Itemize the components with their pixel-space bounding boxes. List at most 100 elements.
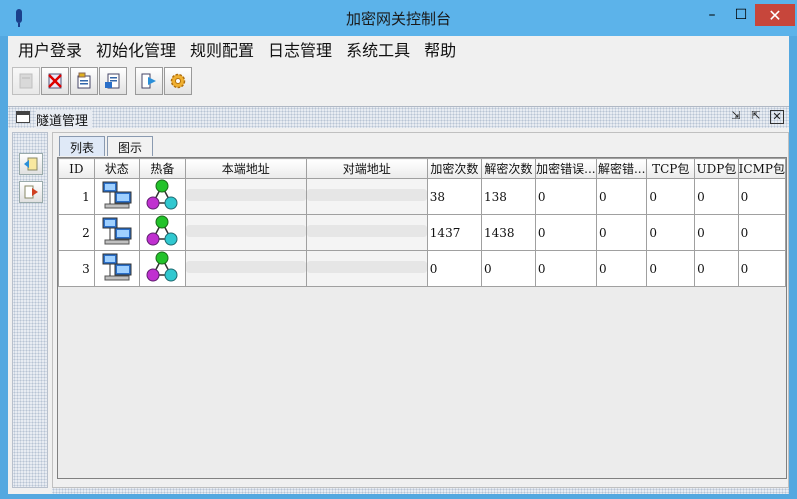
- menu-bar: 用户登录 初始化管理 规则配置 日志管理 系统工具 帮助: [8, 36, 789, 62]
- cell-udp: 0: [694, 250, 739, 287]
- panel-close-icon[interactable]: ✕: [770, 110, 784, 124]
- toolbar-button-4[interactable]: [99, 67, 127, 95]
- toolbar-button-2[interactable]: [41, 67, 69, 95]
- menu-user-login[interactable]: 用户登录: [18, 37, 82, 61]
- export-icon: [24, 185, 38, 199]
- toolbar: [12, 67, 192, 97]
- table-row[interactable]: 3 0 0 0 0 0 0 0: [58, 250, 787, 287]
- config-doc-icon: [77, 72, 91, 89]
- cluster-nodes-icon: [146, 215, 178, 246]
- cell-encrypt-count: 0: [426, 250, 483, 287]
- cell-decrypt-errors: 0: [595, 250, 648, 287]
- tab-diagram[interactable]: 图示: [107, 136, 154, 156]
- cell-decrypt-errors: 0: [595, 214, 648, 251]
- column-header-encrypt-count[interactable]: 加密次数: [426, 158, 483, 179]
- export-doc-icon: [105, 73, 120, 89]
- redacted-address: [307, 261, 427, 273]
- toolbar-button-3[interactable]: [70, 67, 98, 95]
- cell-peer-address: [305, 250, 428, 287]
- cell-status: [93, 214, 140, 251]
- app-window: 加密网关控制台 – ☐ ✕ 用户登录 初始化管理 规则配置 日志管理 系统工具 …: [0, 0, 797, 499]
- cancel-doc-icon: [48, 73, 62, 89]
- tunnel-content: 列表 图示 ID 状态 热备 本端地址 对端地址 加密次数 解密次数 加密错误.…: [52, 132, 789, 488]
- table-header-row: ID 状态 热备 本端地址 对端地址 加密次数 解密次数 加密错误... 解密错…: [58, 158, 787, 179]
- cell-decrypt-errors: 0: [595, 178, 648, 215]
- client-area: 用户登录 初始化管理 规则配置 日志管理 系统工具 帮助 隧道管理 ⇲ ⇱ ✕ …: [8, 36, 789, 494]
- cell-decrypt-count: 1438: [481, 214, 536, 251]
- menu-help[interactable]: 帮助: [424, 37, 456, 61]
- tab-list[interactable]: 列表: [59, 136, 106, 156]
- redacted-address: [186, 189, 306, 201]
- column-header-local-address[interactable]: 本端地址: [184, 158, 307, 179]
- cell-local-address: [184, 250, 307, 287]
- cell-encrypt-errors: 0: [534, 250, 597, 287]
- cell-udp: 0: [694, 178, 739, 215]
- disabled-doc-icon: [19, 73, 33, 89]
- column-header-udp[interactable]: UDP包: [694, 158, 739, 179]
- tunnel-table-container: ID 状态 热备 本端地址 对端地址 加密次数 解密次数 加密错误... 解密错…: [57, 157, 787, 479]
- cell-peer-address: [305, 214, 428, 251]
- cell-tcp: 0: [646, 178, 696, 215]
- cell-status: [93, 178, 140, 215]
- panel-restore-icon[interactable]: ⇲: [729, 110, 743, 124]
- side-toolbar: [12, 132, 48, 488]
- minimize-button[interactable]: –: [697, 4, 727, 26]
- cell-local-address: [184, 178, 307, 215]
- redacted-address: [186, 261, 306, 273]
- toolbar-button-1[interactable]: [12, 67, 40, 95]
- column-header-decrypt-count[interactable]: 解密次数: [481, 158, 536, 179]
- maximize-button[interactable]: ☐: [727, 4, 755, 26]
- network-computers-icon: [102, 217, 132, 245]
- side-button-2[interactable]: [19, 181, 43, 203]
- side-button-1[interactable]: [19, 153, 43, 175]
- cell-icmp: 0: [737, 178, 787, 215]
- toolbar-button-5[interactable]: [135, 67, 163, 95]
- panel-maximize-icon[interactable]: ⇱: [749, 110, 763, 124]
- cell-tcp: 0: [646, 250, 696, 287]
- tab-bar: 列表 图示: [59, 136, 155, 156]
- menu-rule-config[interactable]: 规则配置: [190, 37, 254, 61]
- cell-icmp: 0: [737, 214, 787, 251]
- gear-icon: [170, 73, 186, 89]
- menu-init-manage[interactable]: 初始化管理: [96, 37, 176, 61]
- network-computers-icon: [102, 181, 132, 209]
- cell-decrypt-count: 0: [481, 250, 536, 287]
- menu-system-tools[interactable]: 系统工具: [346, 37, 410, 61]
- cluster-nodes-icon: [146, 179, 178, 210]
- column-header-decrypt-errors[interactable]: 解密错...: [595, 158, 648, 179]
- cell-hot-standby: [138, 250, 186, 287]
- title-bar: 加密网关控制台 – ☐ ✕: [0, 0, 797, 36]
- cell-status: [93, 250, 140, 287]
- cell-encrypt-count: 1437: [426, 214, 483, 251]
- cell-id: 2: [58, 214, 95, 251]
- column-header-status[interactable]: 状态: [93, 158, 140, 179]
- cell-hot-standby: [138, 214, 186, 251]
- column-header-hot-standby[interactable]: 热备: [138, 158, 186, 179]
- cell-encrypt-count: 38: [426, 178, 483, 215]
- cell-tcp: 0: [646, 214, 696, 251]
- cell-encrypt-errors: 0: [534, 214, 597, 251]
- cell-peer-address: [305, 178, 428, 215]
- redacted-address: [307, 225, 427, 237]
- table-row[interactable]: 1 38 138 0 0 0 0 0: [58, 178, 787, 215]
- column-header-id[interactable]: ID: [58, 158, 95, 179]
- cell-decrypt-count: 138: [481, 178, 536, 215]
- cell-local-address: [184, 214, 307, 251]
- toolbar-button-6[interactable]: [164, 67, 192, 95]
- bottom-splitter[interactable]: [52, 488, 789, 494]
- column-header-icmp[interactable]: ICMP包: [737, 158, 787, 179]
- cell-udp: 0: [694, 214, 739, 251]
- import-icon: [24, 157, 38, 171]
- column-header-encrypt-errors[interactable]: 加密错误...: [534, 158, 597, 179]
- column-header-tcp[interactable]: TCP包: [646, 158, 696, 179]
- panel-header: 隧道管理 ⇲ ⇱ ✕: [8, 106, 789, 129]
- cell-id: 3: [58, 250, 95, 287]
- cell-hot-standby: [138, 178, 186, 215]
- close-button[interactable]: ✕: [755, 4, 795, 26]
- table-row[interactable]: 2 1437 1438 0 0 0 0 0: [58, 214, 787, 251]
- cell-id: 1: [58, 178, 95, 215]
- menu-log-manage[interactable]: 日志管理: [268, 37, 332, 61]
- panel-title: 隧道管理: [36, 110, 93, 129]
- redacted-address: [186, 225, 306, 237]
- column-header-peer-address[interactable]: 对端地址: [305, 158, 428, 179]
